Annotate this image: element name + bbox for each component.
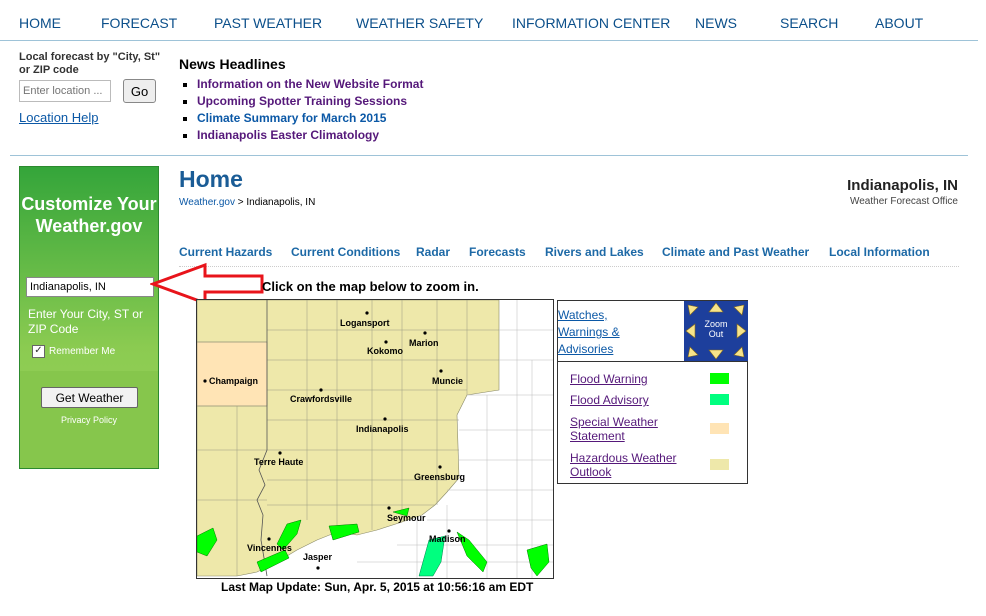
- location-help-link[interactable]: Location Help: [19, 110, 164, 125]
- nav-search[interactable]: SEARCH: [780, 15, 838, 31]
- local-forecast-label: Local forecast by "City, St" or ZIP code: [19, 51, 161, 76]
- customize-hint: Enter Your City, ST or ZIP Code: [28, 307, 143, 336]
- customize-location-input[interactable]: [26, 277, 154, 297]
- customize-title: Customize Your Weather.gov: [21, 194, 157, 236]
- map-city-label: Kokomo: [367, 346, 403, 356]
- map-city-label: Champaign: [209, 376, 259, 386]
- tab-current-hazards[interactable]: Current Hazards: [179, 245, 272, 259]
- map-city-label: Muncie: [432, 376, 464, 386]
- legend-swatch: [710, 459, 729, 470]
- map-instruction: Click on the map below to zoom in.: [262, 279, 479, 294]
- tab-radar[interactable]: Radar: [416, 245, 450, 259]
- breadcrumb: Weather.gov > Indianapolis, IN: [179, 197, 315, 208]
- news-heading: News Headlines: [179, 56, 286, 72]
- remember-label: Remember Me: [49, 346, 116, 358]
- map-city-label: Greensburg: [414, 472, 466, 482]
- list-item: Climate Summary for March 2015: [197, 110, 599, 127]
- local-forecast-box: Local forecast by "City, St" or ZIP code…: [19, 51, 164, 125]
- remember-checkbox[interactable]: ✓: [32, 345, 45, 358]
- legend-swatch: [710, 423, 729, 434]
- legend-swatch: [710, 394, 729, 405]
- news-link[interactable]: Upcoming Spotter Training Sessions: [197, 94, 407, 108]
- privacy-policy-link[interactable]: Privacy Policy: [20, 415, 158, 425]
- sub-navigation: Current Hazards Current Conditions Radar…: [179, 245, 959, 267]
- breadcrumb-current: > Indianapolis, IN: [237, 197, 316, 208]
- legend-flood-warning[interactable]: Flood Warning: [570, 372, 648, 386]
- hazard-map-svg: [197, 300, 553, 578]
- location-input[interactable]: [19, 80, 111, 102]
- customize-panel: Customize Your Weather.gov Enter Your Ci…: [19, 166, 159, 469]
- section-divider: [10, 155, 968, 156]
- nav-home[interactable]: HOME: [19, 15, 61, 31]
- map-city-label: Crawfordsville: [290, 394, 353, 404]
- nav-forecast[interactable]: FORECAST: [101, 15, 177, 31]
- go-button[interactable]: Go: [123, 79, 156, 103]
- news-link[interactable]: Indianapolis Easter Climatology: [197, 128, 379, 142]
- tab-local-information[interactable]: Local Information: [829, 245, 930, 259]
- map-city-label: Marion: [409, 338, 439, 348]
- watches-warnings-link[interactable]: Watches, Warnings & Advisories: [558, 307, 640, 358]
- nav-weather-safety[interactable]: WEATHER SAFETY: [356, 15, 483, 31]
- zoom-out-label: Zoom Out: [704, 319, 728, 339]
- legend-divider: [558, 361, 747, 362]
- map-city-label: Indianapolis: [356, 424, 409, 434]
- office-city: Indianapolis, IN: [847, 177, 958, 194]
- map-city-label: Seymour: [387, 513, 426, 523]
- nav-past-weather[interactable]: PAST WEATHER: [214, 15, 322, 31]
- zoom-out-control[interactable]: Zoom Out: [684, 301, 748, 361]
- list-item: Information on the New Website Format: [197, 76, 599, 93]
- tab-rivers-lakes[interactable]: Rivers and Lakes: [545, 245, 644, 259]
- hazard-legend: Watches, Warnings & Advisories Zoom Out …: [557, 300, 748, 484]
- breadcrumb-link[interactable]: Weather.gov: [179, 197, 235, 208]
- remember-me[interactable]: ✓ Remember Me: [32, 345, 115, 358]
- map-last-update: Last Map Update: Sun, Apr. 5, 2015 at 10…: [221, 580, 534, 594]
- news-link[interactable]: Information on the New Website Format: [197, 77, 423, 91]
- legend-swatch: [710, 373, 729, 384]
- legend-flood-advisory[interactable]: Flood Advisory: [570, 393, 649, 407]
- list-item: Upcoming Spotter Training Sessions: [197, 93, 599, 110]
- map-city-label: Vincennes: [247, 543, 292, 553]
- tab-climate-past-weather[interactable]: Climate and Past Weather: [662, 245, 809, 259]
- nav-information-center[interactable]: INFORMATION CENTER: [512, 15, 670, 31]
- news-headlines: News Headlines Information on the New We…: [179, 56, 599, 144]
- office-info: Indianapolis, IN Weather Forecast Office: [847, 177, 958, 207]
- page-title: Home: [179, 166, 243, 192]
- news-link[interactable]: Climate Summary for March 2015: [197, 111, 386, 125]
- get-weather-button[interactable]: Get Weather: [41, 387, 138, 408]
- nav-about[interactable]: ABOUT: [875, 15, 923, 31]
- tab-current-conditions[interactable]: Current Conditions: [291, 245, 400, 259]
- map-city-label: Madison: [429, 534, 466, 544]
- legend-hazardous-weather-outlook[interactable]: Hazardous Weather Outlook: [570, 451, 700, 479]
- hazard-map[interactable]: Logansport Marion Kokomo Muncie Champaig…: [196, 299, 554, 579]
- list-item: Indianapolis Easter Climatology: [197, 127, 599, 144]
- office-subtitle: Weather Forecast Office: [849, 196, 958, 207]
- map-city-label: Jasper: [303, 552, 333, 562]
- top-navigation: HOME FORECAST PAST WEATHER WEATHER SAFET…: [0, 0, 978, 41]
- nav-news[interactable]: NEWS: [695, 15, 737, 31]
- legend-special-weather-statement[interactable]: Special Weather Statement: [570, 415, 690, 443]
- tab-forecasts[interactable]: Forecasts: [469, 245, 526, 259]
- map-city-label: Terre Haute: [254, 457, 304, 467]
- map-city-label: Logansport: [340, 318, 390, 328]
